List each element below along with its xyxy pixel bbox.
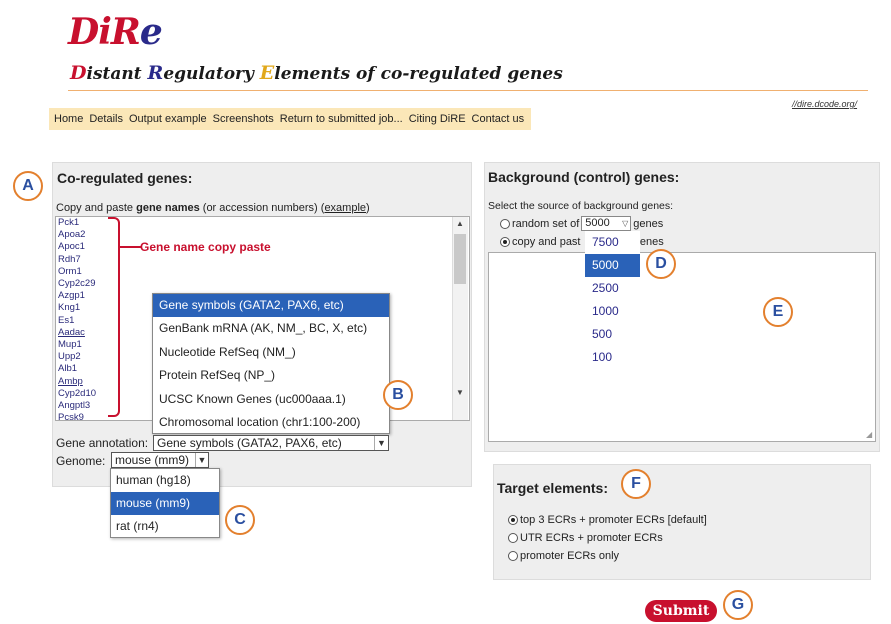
site-link[interactable]: //dire.dcode.org/	[792, 99, 857, 109]
dire-logo: DiRe	[68, 11, 163, 53]
gene-bracket-annotation	[108, 217, 120, 417]
chevron-down-icon: ▽	[622, 219, 629, 228]
background-instructions: Select the source of background genes:	[488, 200, 674, 212]
gene-entry: Cyp2c29	[58, 278, 96, 290]
coregulated-genes-title: Co-regulated genes:	[57, 170, 193, 186]
tagline: Distant Regulatory Elements of co-regula…	[70, 62, 563, 84]
gene-count-option[interactable]: 500	[585, 323, 640, 346]
annotation-option[interactable]: Nucleotide RefSeq (NM_)	[153, 341, 389, 364]
gene-entry: Apoa2	[58, 229, 86, 241]
marker-f: F	[621, 469, 651, 499]
gene-entry: Aadac	[58, 326, 85, 338]
annotation-option[interactable]: Chromosomal location (chr1:100-200)	[153, 411, 389, 434]
gene-entry: Es1	[58, 314, 75, 326]
gene-count-option[interactable]: 2500	[585, 277, 640, 300]
copy-instructions: Copy and paste gene names (or accession …	[56, 202, 370, 214]
header-divider	[68, 90, 868, 91]
gene-entry: Azgp1	[58, 290, 85, 302]
target-radio[interactable]	[508, 515, 518, 525]
chevron-down-icon[interactable]: ▼	[195, 453, 208, 467]
gene-count-option[interactable]: 100	[585, 346, 640, 369]
gene-entry: Ambp	[58, 375, 83, 387]
gene-count-option[interactable]: 7500	[585, 231, 640, 254]
gene-entry: Mup1	[58, 339, 82, 351]
annotation-label: Gene annotation:	[56, 436, 149, 450]
genome-dropdown-list: human (hg18) mouse (mm9) rat (rn4)	[110, 468, 220, 538]
nav-contact[interactable]: Contact us	[470, 113, 527, 125]
gene-count-select[interactable]: 5000 ▽	[581, 216, 632, 231]
marker-b: B	[383, 380, 413, 410]
resize-handle-icon[interactable]: ◢	[866, 430, 872, 439]
background-genes-textarea[interactable]	[488, 252, 876, 442]
gene-entry: Apoc1	[58, 241, 85, 253]
annotation-select[interactable]: Gene symbols (GATA2, PAX6, etc)	[153, 435, 389, 451]
random-set-radio[interactable]	[500, 218, 510, 229]
target-option-label: promoter ECRs only	[520, 550, 620, 562]
chevron-down-icon[interactable]: ▼	[374, 436, 388, 450]
scroll-thumb[interactable]	[454, 234, 466, 284]
target-option-row: top 3 ECRs + promoter ECRs [default]	[508, 514, 707, 526]
nav-details[interactable]: Details	[87, 113, 125, 125]
genome-option[interactable]: mouse (mm9)	[111, 492, 219, 515]
nav-output-example[interactable]: Output example	[127, 113, 209, 125]
submit-button[interactable]: Submit	[645, 600, 717, 622]
gene-count-option[interactable]: 5000	[585, 254, 640, 277]
example-link[interactable]: example	[324, 202, 366, 214]
random-set-label: random set of	[512, 217, 580, 230]
target-radio[interactable]	[508, 533, 518, 543]
nav-home[interactable]: Home	[52, 113, 85, 125]
target-radio[interactable]	[508, 551, 518, 561]
genes-label: genes	[633, 217, 664, 230]
marker-g: G	[723, 590, 753, 620]
marker-c: C	[225, 505, 255, 535]
marker-e: E	[763, 297, 793, 327]
background-genes-title: Background (control) genes:	[488, 169, 680, 185]
target-option-row: promoter ECRs only	[508, 550, 619, 562]
copy-paste-label: copy and past	[512, 236, 581, 248]
gene-entry: Kng1	[58, 302, 81, 314]
target-option-label: UTR ECRs + promoter ECRs	[520, 532, 663, 544]
marker-a: A	[13, 171, 43, 201]
annotation-option[interactable]: Gene symbols (GATA2, PAX6, etc)	[153, 294, 389, 318]
nav-screenshots[interactable]: Screenshots	[211, 113, 276, 125]
random-set-row: random set of 5000 ▽ genes	[500, 216, 663, 231]
target-elements-title: Target elements:	[497, 480, 608, 496]
annotation-option[interactable]: UCSC Known Genes (uc000aaa.1)	[153, 388, 389, 411]
annotation-option[interactable]: Protein RefSeq (NP_)	[153, 364, 389, 387]
nav-citing[interactable]: Citing DiRE	[407, 113, 468, 125]
gene-entry: Cyp2d10	[58, 387, 97, 399]
gene-entry: Pck1	[58, 217, 80, 228]
genome-option[interactable]: rat (rn4)	[111, 515, 219, 538]
copy-paste-radio[interactable]	[500, 237, 510, 247]
gene-entry: Angptl3	[58, 400, 91, 412]
gene-entry: Alb1	[58, 363, 78, 375]
target-option-row: UTR ECRs + promoter ECRs	[508, 532, 663, 544]
nav-bar: Home Details Output example Screenshots …	[49, 108, 532, 130]
genome-option[interactable]: human (hg18)	[111, 469, 219, 492]
gene-list: Pck1 Apoa2 Apoc1 Rdh7 Orm1 Cyp2c29 Azgp1…	[58, 217, 108, 424]
gene-copy-paste-note: Gene name copy paste	[140, 240, 271, 254]
scroll-up-icon[interactable]: ▲	[452, 219, 468, 228]
gene-count-dropdown-list: 7500 5000 2500 1000 500 100	[585, 231, 640, 374]
marker-d: D	[646, 249, 676, 279]
arrow-icon	[120, 246, 142, 248]
gene-entry: Orm1	[58, 265, 82, 277]
annotation-dropdown-list: Gene symbols (GATA2, PAX6, etc) GenBank …	[152, 293, 390, 434]
target-option-label: top 3 ECRs + promoter ECRs [default]	[520, 514, 707, 526]
gene-count-option[interactable]: 1000	[585, 300, 640, 323]
genome-label: Genome:	[56, 454, 106, 468]
gene-entry: Pcsk9	[58, 412, 84, 424]
gene-entry: Rdh7	[58, 253, 81, 265]
scroll-down-icon[interactable]: ▼	[452, 388, 468, 397]
gene-entry: Upp2	[58, 351, 81, 363]
nav-return-to-job[interactable]: Return to submitted job...	[278, 113, 405, 125]
annotation-option[interactable]: GenBank mRNA (AK, NM_, BC, X, etc)	[153, 317, 389, 340]
